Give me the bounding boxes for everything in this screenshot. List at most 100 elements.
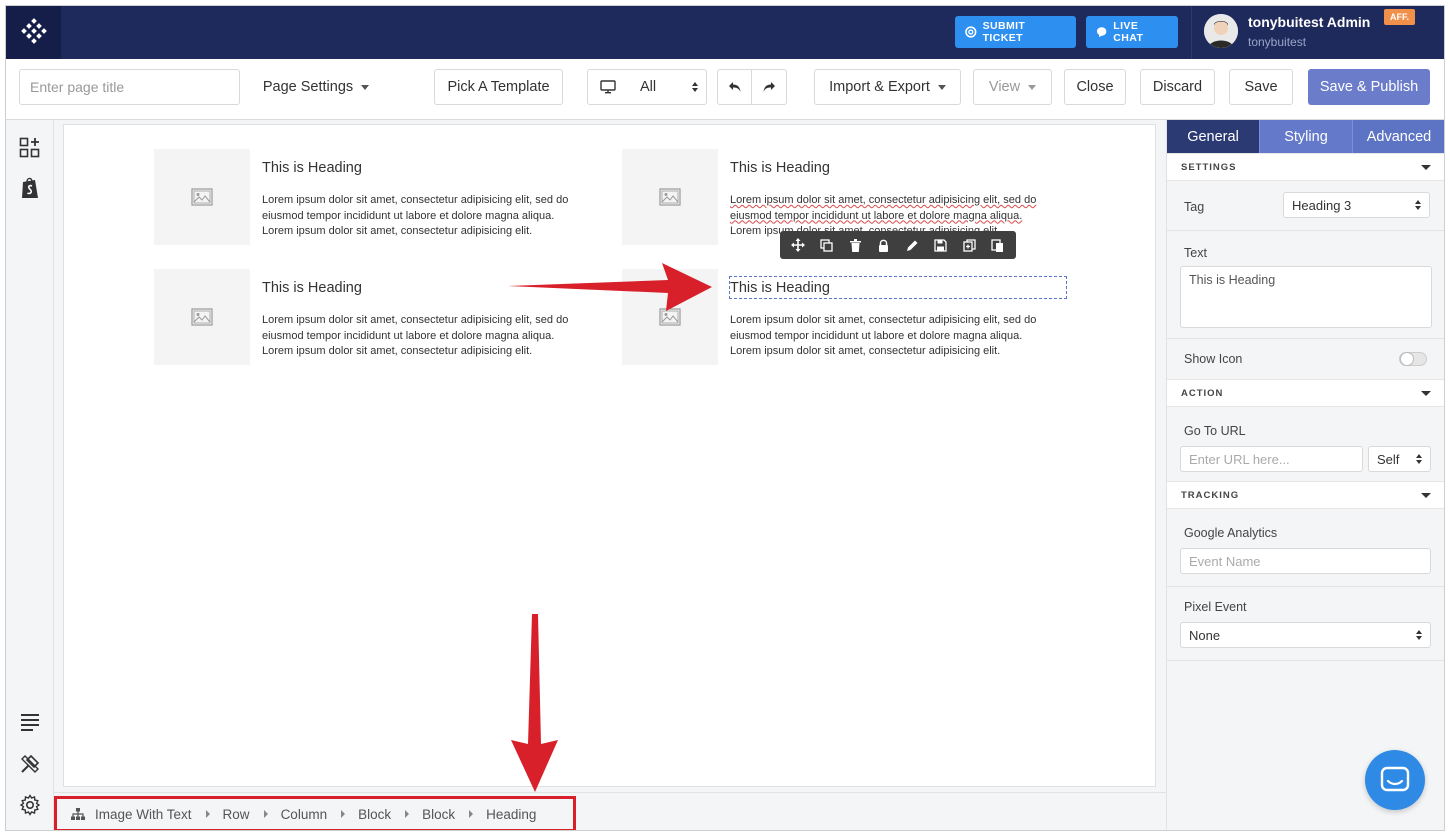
pixel-event-value: None — [1189, 627, 1221, 643]
breadcrumb-item-current[interactable]: Heading — [486, 807, 536, 822]
block-heading[interactable]: This is Heading — [730, 160, 830, 176]
import-export-dropdown[interactable]: Import & Export — [814, 69, 961, 105]
show-icon-label: Show Icon — [1184, 352, 1243, 366]
section-title: TRACKING — [1181, 489, 1240, 501]
chevron-right-icon — [469, 810, 474, 818]
duplicate-icon[interactable] — [958, 234, 980, 256]
add-element-icon[interactable] — [18, 136, 42, 160]
image-with-text-block[interactable]: This is Heading Lorem ipsum dolor sit am… — [154, 269, 604, 365]
shopify-icon[interactable] — [18, 176, 42, 200]
tab-general[interactable]: General — [1167, 120, 1259, 153]
image-icon — [659, 188, 681, 206]
lifebuoy-icon — [965, 26, 977, 38]
tag-select[interactable]: Heading 3 — [1283, 192, 1430, 218]
breadcrumb-item[interactable]: Block — [358, 807, 391, 822]
user-avatar[interactable] — [1204, 14, 1238, 48]
app-logo[interactable] — [6, 6, 61, 59]
save-icon[interactable] — [930, 234, 952, 256]
url-input[interactable]: Enter URL here... — [1180, 446, 1363, 472]
view-dropdown[interactable]: View — [973, 69, 1052, 105]
move-icon[interactable] — [787, 234, 809, 256]
undo-button[interactable] — [717, 69, 752, 105]
caret-down-icon — [1028, 84, 1037, 90]
breadcrumb-item[interactable]: Block — [422, 807, 455, 822]
panel-tabs: General Styling Advanced — [1167, 120, 1444, 153]
link-target-select[interactable]: Self — [1368, 446, 1431, 472]
text-textarea[interactable]: This is Heading — [1180, 266, 1432, 328]
divider — [1167, 230, 1444, 231]
tag-select-value: Heading 3 — [1292, 197, 1352, 213]
image-icon — [659, 308, 681, 326]
save-button[interactable]: Save — [1229, 69, 1293, 105]
breadcrumb: Image With Text Row Column Block Block H… — [54, 796, 576, 830]
import-export-label: Import & Export — [829, 79, 930, 95]
image-placeholder[interactable] — [622, 149, 718, 245]
breadcrumb-item[interactable]: Image With Text — [95, 807, 192, 822]
discard-button[interactable]: Discard — [1140, 69, 1215, 105]
tag-label: Tag — [1184, 200, 1205, 214]
caret-down-icon — [361, 84, 370, 90]
action-section-header[interactable]: ACTION — [1167, 379, 1444, 407]
image-placeholder[interactable] — [154, 269, 250, 365]
redo-icon — [763, 82, 775, 92]
breadcrumb-bar: Image With Text Row Column Block Block H… — [54, 792, 1166, 830]
text-line: Lorem ipsum dolor sit amet, consectetur … — [730, 314, 1037, 326]
page-title-input[interactable]: Enter page title — [19, 69, 240, 105]
image-with-text-block[interactable]: This is Heading Lorem ipsum dolor sit am… — [154, 149, 604, 245]
submit-ticket-button[interactable]: SUBMIT TICKET — [955, 16, 1076, 48]
left-sidebar — [6, 120, 54, 830]
undo-icon — [728, 82, 740, 92]
submit-ticket-label: SUBMIT TICKET — [982, 20, 1026, 44]
image-icon — [191, 308, 213, 326]
layers-list-icon[interactable] — [18, 710, 42, 734]
tracking-section-header[interactable]: TRACKING — [1167, 481, 1444, 509]
go-to-url-label: Go To URL — [1184, 424, 1246, 438]
block-text[interactable]: Lorem ipsum dolor sit amet, consectetur … — [262, 193, 602, 240]
image-icon — [191, 188, 213, 206]
text-line: Lorem ipsum dolor sit amet, consectetur … — [730, 345, 1001, 357]
breadcrumb-item[interactable]: Row — [223, 807, 250, 822]
block-heading[interactable]: This is Heading — [262, 280, 362, 296]
select-arrows-icon — [692, 82, 698, 92]
divider — [1167, 338, 1444, 339]
image-placeholder[interactable] — [622, 269, 718, 365]
pixel-event-label: Pixel Event — [1184, 600, 1247, 614]
block-heading[interactable]: This is Heading — [262, 160, 362, 176]
page-settings-dropdown[interactable]: Page Settings — [251, 69, 381, 105]
chevron-right-icon — [205, 810, 210, 818]
block-text[interactable]: Lorem ipsum dolor sit amet, consectetur … — [730, 313, 1070, 360]
pick-template-button[interactable]: Pick A Template — [434, 69, 563, 105]
close-button[interactable]: Close — [1064, 69, 1126, 105]
lock-icon[interactable] — [873, 234, 895, 256]
tab-advanced[interactable]: Advanced — [1353, 120, 1444, 153]
save-publish-button[interactable]: Save & Publish — [1308, 69, 1430, 105]
breadcrumb-item[interactable]: Column — [281, 807, 328, 822]
settings-section-header[interactable]: SETTINGS — [1167, 153, 1444, 181]
block-text[interactable]: Lorem ipsum dolor sit amet, consectetur … — [262, 313, 602, 360]
chat-widget-button[interactable] — [1365, 750, 1425, 810]
paste-icon[interactable] — [987, 234, 1009, 256]
user-name[interactable]: tonybuitest Admin — [1248, 14, 1370, 30]
pixel-event-select[interactable]: None — [1180, 622, 1431, 648]
redo-button[interactable] — [752, 69, 787, 105]
device-select[interactable]: All — [587, 69, 707, 105]
show-icon-toggle[interactable] — [1399, 352, 1427, 366]
image-placeholder[interactable] — [154, 149, 250, 245]
tab-styling[interactable]: Styling — [1259, 120, 1353, 153]
tools-icon[interactable] — [18, 752, 42, 776]
page-canvas[interactable]: This is Heading Lorem ipsum dolor sit am… — [63, 124, 1156, 787]
affiliate-badge[interactable]: AFF. — [1384, 9, 1415, 25]
live-chat-button[interactable]: LIVE CHAT — [1086, 16, 1178, 48]
chevron-right-icon — [341, 810, 346, 818]
section-title: SETTINGS — [1181, 161, 1237, 173]
settings-gear-icon[interactable] — [18, 793, 42, 817]
copy-icon[interactable] — [816, 234, 838, 256]
chevron-right-icon — [405, 810, 410, 818]
sitemap-icon — [71, 808, 85, 820]
event-name-input[interactable]: Event Name — [1180, 548, 1431, 574]
edit-icon[interactable] — [901, 234, 923, 256]
chevron-right-icon — [263, 810, 268, 818]
google-analytics-label: Google Analytics — [1184, 526, 1278, 540]
trash-icon[interactable] — [844, 234, 866, 256]
text-line: eiusmod tempor incididunt ut labore et d… — [262, 329, 555, 342]
